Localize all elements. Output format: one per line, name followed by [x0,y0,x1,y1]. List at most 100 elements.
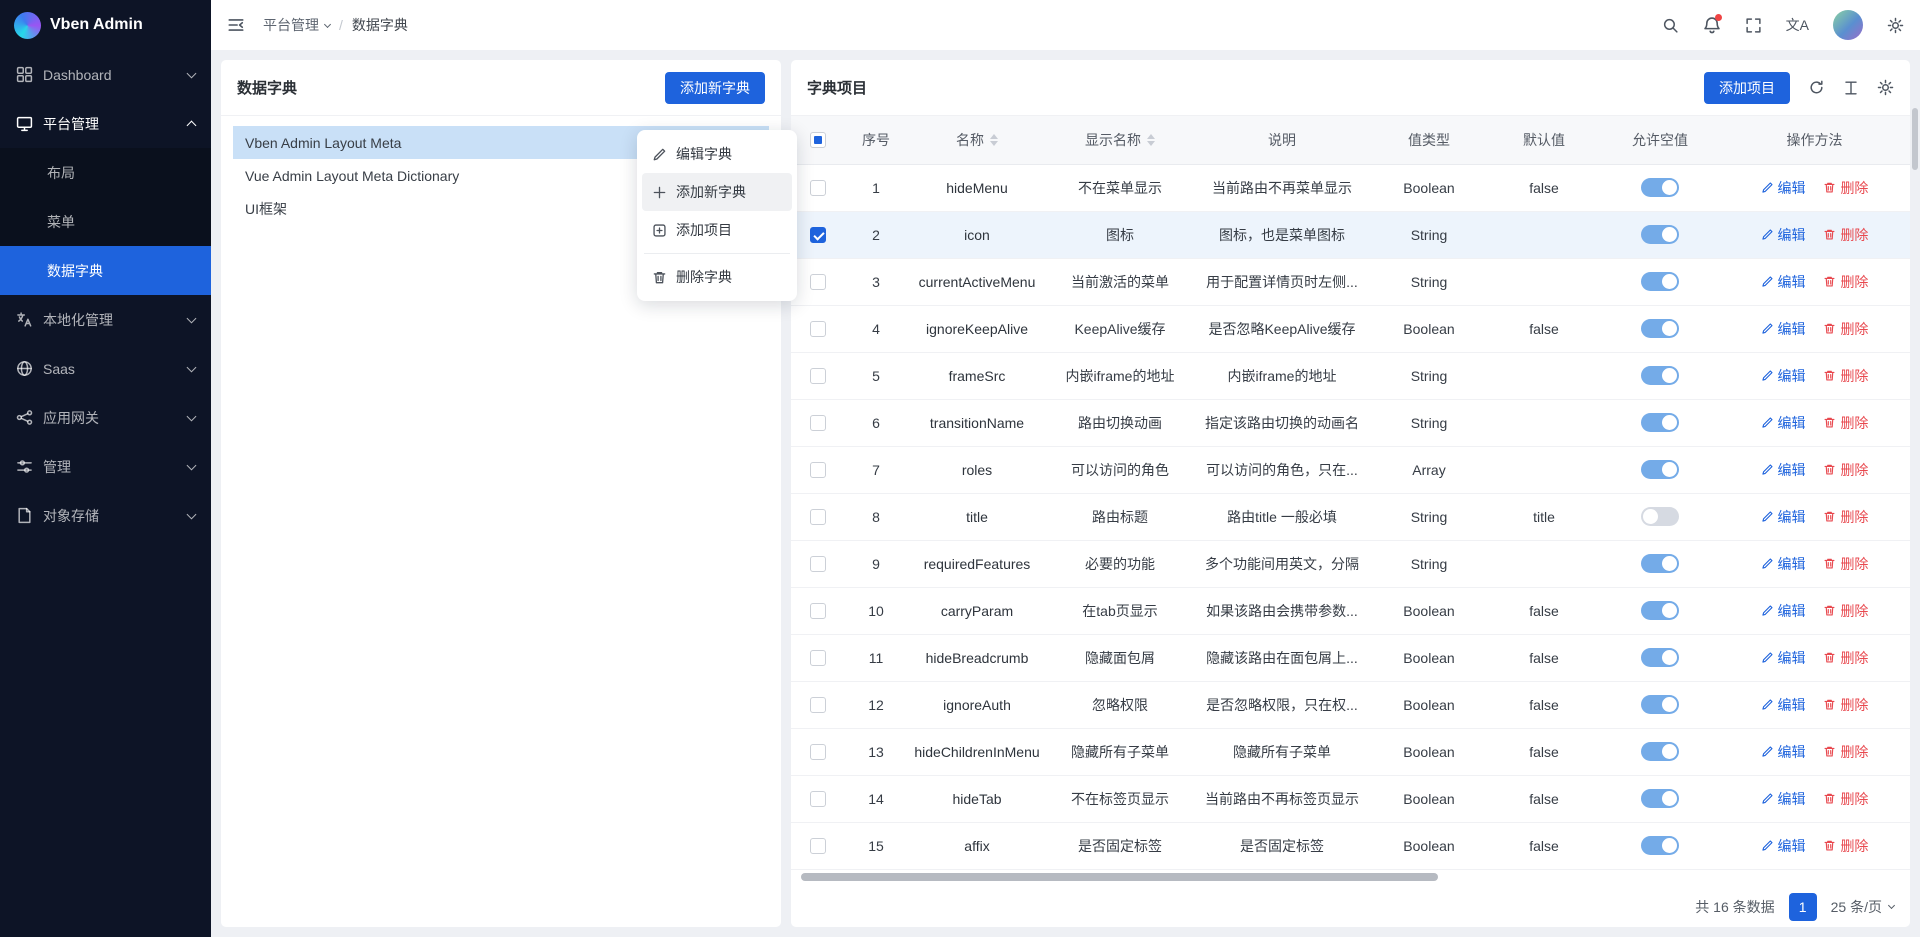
table-row[interactable]: 4 ignoreKeepAlive KeepAlive缓存 是否忽略KeepAl… [791,305,1910,352]
table-row[interactable]: 10 carryParam 在tab页显示 如果该路由会携带参数... Bool… [791,587,1910,634]
nullable-toggle[interactable] [1641,319,1679,338]
row-checkbox[interactable] [810,274,826,290]
horizontal-scrollbar-thumb[interactable] [801,873,1438,881]
table-row[interactable]: 1 hideMenu 不在菜单显示 当前路由不再菜单显示 Boolean fal… [791,164,1910,211]
row-checkbox[interactable] [810,462,826,478]
nullable-toggle[interactable] [1641,695,1679,714]
table-row[interactable]: 5 frameSrc 内嵌iframe的地址 内嵌iframe的地址 Strin… [791,352,1910,399]
row-checkbox[interactable] [810,509,826,525]
table-row[interactable]: 13 hideChildrenInMenu 隐藏所有子菜单 隐藏所有子菜单 Bo… [791,728,1910,775]
delete-link[interactable]: 删除 [1823,836,1868,856]
nullable-toggle[interactable] [1641,601,1679,620]
nullable-toggle[interactable] [1641,507,1679,526]
row-checkbox[interactable] [810,744,826,760]
sidebar-subitem-data-dictionary[interactable]: 数据字典 [0,246,211,295]
add-item-button[interactable]: 添加项目 [1704,72,1790,104]
menu-fold-icon[interactable] [227,16,245,34]
delete-link[interactable]: 删除 [1823,695,1868,715]
sidebar-subitem-layout[interactable]: 布局 [0,148,211,197]
row-checkbox[interactable] [810,697,826,713]
search-icon[interactable] [1662,17,1679,34]
table-row[interactable]: 8 title 路由标题 路由title 一般必填 String title [791,493,1910,540]
row-checkbox[interactable] [810,556,826,572]
nullable-toggle[interactable] [1641,225,1679,244]
delete-link[interactable]: 删除 [1823,601,1868,621]
context-menu-delete-dictionary[interactable]: 删除字典 [642,258,792,296]
sidebar-item-management[interactable]: 管理 [0,442,211,491]
row-checkbox[interactable] [810,368,826,384]
pagination-page-1[interactable]: 1 [1789,893,1817,921]
table-row[interactable]: 2 icon 图标 图标，也是菜单图标 String [791,211,1910,258]
nullable-toggle[interactable] [1641,366,1679,385]
logo[interactable]: Vben Admin [0,0,211,50]
delete-link[interactable]: 删除 [1823,789,1868,809]
translate-icon[interactable]: 文A [1786,18,1809,32]
edit-link[interactable]: 编辑 [1761,507,1806,527]
avatar[interactable] [1833,10,1863,40]
sort-icon[interactable] [1147,134,1155,146]
nullable-toggle[interactable] [1641,460,1679,479]
delete-link[interactable]: 删除 [1823,272,1868,292]
context-menu-add-dictionary[interactable]: 添加新字典 [642,173,792,211]
edit-link[interactable]: 编辑 [1761,695,1806,715]
delete-link[interactable]: 删除 [1823,319,1868,339]
row-height-icon[interactable] [1843,80,1859,96]
delete-link[interactable]: 删除 [1823,413,1868,433]
select-all-checkbox[interactable] [810,132,826,148]
delete-link[interactable]: 删除 [1823,460,1868,480]
table-row[interactable]: 6 transitionName 路由切换动画 指定该路由切换的动画名 Stri… [791,399,1910,446]
edit-link[interactable]: 编辑 [1761,460,1806,480]
nullable-toggle[interactable] [1641,648,1679,667]
delete-link[interactable]: 删除 [1823,507,1868,527]
table-row[interactable]: 9 requiredFeatures 必要的功能 多个功能间用英文，分隔 Str… [791,540,1910,587]
edit-link[interactable]: 编辑 [1761,601,1806,621]
table-row[interactable]: 12 ignoreAuth 忽略权限 是否忽略权限，只在权... Boolean… [791,681,1910,728]
sidebar-item-gateway[interactable]: 应用网关 [0,393,211,442]
table-row[interactable]: 11 hideBreadcrumb 隐藏面包屑 隐藏该路由在面包屑上... Bo… [791,634,1910,681]
delete-link[interactable]: 删除 [1823,225,1868,245]
sort-icon[interactable] [990,134,998,146]
table-row[interactable]: 15 affix 是否固定标签 是否固定标签 Boolean false [791,822,1910,869]
nullable-toggle[interactable] [1641,836,1679,855]
edit-link[interactable]: 编辑 [1761,554,1806,574]
column-settings-icon[interactable] [1877,79,1894,96]
table-row[interactable]: 7 roles 可以访问的角色 可以访问的角色，只在... Array [791,446,1910,493]
row-checkbox[interactable] [810,791,826,807]
edit-link[interactable]: 编辑 [1761,272,1806,292]
nullable-toggle[interactable] [1641,742,1679,761]
add-dictionary-button[interactable]: 添加新字典 [665,72,765,104]
edit-link[interactable]: 编辑 [1761,789,1806,809]
nullable-toggle[interactable] [1641,554,1679,573]
fullscreen-icon[interactable] [1745,17,1762,34]
sidebar-item-dashboard[interactable]: Dashboard [0,50,211,99]
delete-link[interactable]: 删除 [1823,366,1868,386]
edit-link[interactable]: 编辑 [1761,648,1806,668]
sidebar-item-object-storage[interactable]: 对象存储 [0,491,211,540]
sidebar-item-saas[interactable]: Saas [0,344,211,393]
context-menu-edit-dictionary[interactable]: 编辑字典 [642,135,792,173]
breadcrumb-root[interactable]: 平台管理 [263,15,330,35]
nullable-toggle[interactable] [1641,413,1679,432]
row-checkbox[interactable] [810,603,826,619]
delete-link[interactable]: 删除 [1823,648,1868,668]
edit-link[interactable]: 编辑 [1761,366,1806,386]
vertical-scrollbar-thumb[interactable] [1912,108,1918,170]
edit-link[interactable]: 编辑 [1761,178,1806,198]
edit-link[interactable]: 编辑 [1761,836,1806,856]
notification-button[interactable] [1703,16,1721,34]
refresh-icon[interactable] [1808,79,1825,96]
settings-icon[interactable] [1887,17,1904,34]
nullable-toggle[interactable] [1641,178,1679,197]
sidebar-item-localization[interactable]: 本地化管理 [0,295,211,344]
delete-link[interactable]: 删除 [1823,742,1868,762]
row-checkbox[interactable] [810,227,826,243]
nullable-toggle[interactable] [1641,789,1679,808]
row-checkbox[interactable] [810,180,826,196]
table-row[interactable]: 3 currentActiveMenu 当前激活的菜单 用于配置详情页时左侧..… [791,258,1910,305]
table-row[interactable]: 14 hideTab 不在标签页显示 当前路由不再标签页显示 Boolean f… [791,775,1910,822]
row-checkbox[interactable] [810,838,826,854]
sidebar-item-platform-management[interactable]: 平台管理 [0,99,211,148]
context-menu-add-item[interactable]: 添加项目 [642,211,792,249]
nullable-toggle[interactable] [1641,272,1679,291]
sidebar-subitem-menu[interactable]: 菜单 [0,197,211,246]
